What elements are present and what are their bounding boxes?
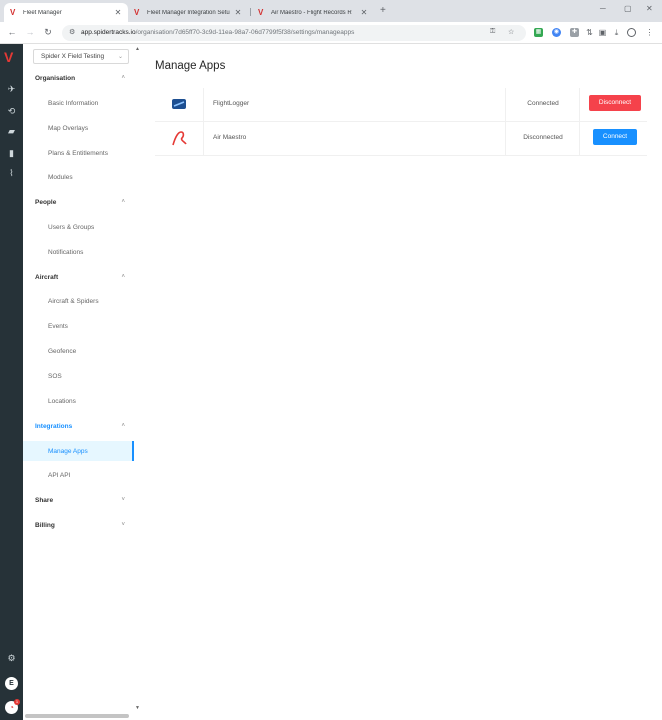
notification-count-badge: 1	[14, 699, 20, 705]
chevron-up-icon: ˄	[121, 75, 125, 81]
close-tab-icon[interactable]: ✕	[114, 8, 122, 17]
page-title: Manage Apps	[155, 60, 226, 72]
scroll-down-icon[interactable]: ▼	[135, 705, 140, 711]
app-status: Connected	[527, 100, 559, 107]
tab-title: Fleet Manager Integration Setu	[147, 9, 230, 16]
sidebar-item-plans-entitlements[interactable]: Plans & Entitlements	[48, 150, 108, 157]
close-window-icon[interactable]: ✕	[646, 4, 653, 13]
sidebar-item-modules[interactable]: Modules	[48, 174, 73, 181]
history-icon[interactable]: ⟲	[0, 106, 23, 117]
section-integrations[interactable]: Integrations ˄	[35, 423, 133, 430]
sync-icon[interactable]: ⇅	[585, 28, 594, 37]
app-icon-rail: V ✈ ⟲ ▰ ▮ ⌇ ⚙ E ◔ 1	[0, 44, 23, 720]
air-maestro-logo-icon	[172, 131, 187, 146]
chevron-up-icon: ˄	[121, 199, 125, 205]
browser-tab-fleet-manager[interactable]: V Fleet Manager ✕	[4, 3, 128, 22]
sidebar-item-notifications[interactable]: Notifications	[48, 249, 83, 256]
user-avatar[interactable]: E	[5, 677, 18, 690]
sidebar-item-aircraft-spiders[interactable]: Aircraft & Spiders	[48, 298, 99, 305]
side-panel-icon[interactable]: ▣	[598, 28, 607, 37]
download-icon[interactable]: ⤓	[612, 28, 621, 37]
browser-tab-integration-setup[interactable]: V Fleet Manager Integration Setu ✕	[128, 3, 248, 22]
sidebar-item-manage-apps[interactable]: Manage Apps	[48, 448, 88, 455]
flightlogger-logo-icon	[172, 99, 186, 109]
sidebar-item-basic-information[interactable]: Basic Information	[48, 100, 98, 107]
section-share[interactable]: Share ˅	[35, 497, 133, 504]
spidertracks-favicon-icon: V	[134, 7, 140, 17]
settings-sidebar: Spider X Field Testing ⌄ Organisation ˄ B…	[23, 44, 135, 720]
tab-title: Fleet Manager	[23, 9, 62, 16]
sidebar-item-events[interactable]: Events	[48, 323, 68, 330]
browser-tab-air-maestro[interactable]: V Air Maestro - Flight Records R ✕	[252, 3, 374, 22]
sidebar-item-api[interactable]: API API	[48, 472, 70, 479]
app-row-air-maestro: Air Maestro Disconnected Connect	[155, 122, 647, 156]
close-tab-icon[interactable]: ✕	[360, 8, 368, 17]
connect-button[interactable]: Connect	[593, 129, 637, 145]
extension-sheets-icon[interactable]: ▦	[534, 28, 543, 37]
chevron-up-icon: ˄	[121, 274, 125, 280]
section-aircraft[interactable]: Aircraft ˄	[35, 274, 133, 281]
column-divider	[579, 88, 580, 122]
spidertracks-favicon-icon: V	[10, 7, 16, 17]
app-status: Disconnected	[523, 134, 563, 141]
organisation-select-value: Spider X Field Testing	[41, 53, 105, 60]
app-name: FlightLogger	[213, 100, 250, 107]
sidebar-item-sos[interactable]: SOS	[48, 373, 62, 380]
airplane-icon[interactable]: ✈	[0, 84, 23, 95]
settings-gear-icon[interactable]: ⚙	[0, 653, 23, 664]
column-divider	[505, 88, 506, 122]
column-divider	[505, 122, 506, 156]
disconnect-button[interactable]: Disconnect	[589, 95, 641, 111]
air-maestro-favicon-icon: V	[258, 7, 264, 17]
organisation-select[interactable]: Spider X Field Testing ⌄	[33, 49, 129, 64]
column-divider	[203, 88, 204, 122]
app-row-flightlogger: FlightLogger Connected Disconnect	[155, 88, 647, 122]
tab-title: Air Maestro - Flight Records R	[271, 9, 352, 16]
line-chart-icon[interactable]: ⌇	[0, 168, 23, 179]
more-menu-icon[interactable]: ⋮	[645, 28, 654, 37]
chevron-down-icon: ˅	[121, 522, 125, 528]
notifications-icon[interactable]: ◔ 1	[5, 699, 20, 714]
close-tab-icon[interactable]: ✕	[234, 8, 242, 17]
chevron-down-icon: ˅	[121, 497, 125, 503]
url-text: app.spidertracks.io/organisation/7d65ff7…	[81, 29, 355, 36]
messages-icon[interactable]: ▰	[0, 126, 23, 137]
back-icon[interactable]: ←	[6, 27, 18, 37]
address-bar[interactable]: ⚙ app.spidertracks.io/organisation/7d65f…	[62, 25, 526, 41]
app-name: Air Maestro	[213, 134, 247, 141]
sidebar-item-geofence[interactable]: Geofence	[48, 348, 76, 355]
password-key-icon[interactable]: ⚿	[490, 28, 495, 36]
maximize-icon[interactable]: ▢	[624, 4, 632, 13]
section-organisation[interactable]: Organisation ˄	[35, 75, 133, 82]
bookmark-star-icon[interactable]: ☆	[508, 28, 514, 36]
spidertracks-logo[interactable]: V	[4, 49, 13, 65]
horizontal-scrollbar[interactable]	[25, 714, 129, 718]
column-divider	[203, 122, 204, 156]
chevron-up-icon: ˄	[121, 423, 125, 429]
chevron-down-icon: ⌄	[117, 54, 123, 60]
sidebar-scrollbar[interactable]: ▲ ▼	[134, 44, 142, 720]
sidebar-item-locations[interactable]: Locations	[48, 398, 76, 405]
browser-tab-strip: V Fleet Manager ✕ V Fleet Manager Integr…	[0, 0, 662, 22]
site-info-icon[interactable]: ⚙	[69, 28, 75, 36]
browser-toolbar: ← → ↻ ⚙ app.spidertracks.io/organisation…	[0, 22, 662, 44]
main-content: Manage Apps FlightLogger Connected Disco…	[142, 44, 662, 720]
extensions-puzzle-icon[interactable]: ✚	[570, 28, 579, 37]
profile-icon[interactable]	[627, 28, 636, 37]
column-divider	[579, 122, 580, 156]
scroll-up-icon[interactable]: ▲	[135, 46, 140, 52]
section-people[interactable]: People ˄	[35, 199, 133, 206]
bar-chart-icon[interactable]: ▮	[0, 148, 23, 159]
forward-icon[interactable]: →	[24, 27, 36, 37]
section-billing[interactable]: Billing ˅	[35, 522, 133, 529]
sidebar-item-users-groups[interactable]: Users & Groups	[48, 224, 94, 231]
tab-divider	[250, 8, 251, 16]
extension-globe-icon[interactable]: ◉	[552, 28, 561, 37]
new-tab-icon[interactable]: +	[380, 5, 386, 16]
sidebar-item-map-overlays[interactable]: Map Overlays	[48, 125, 88, 132]
minimize-icon[interactable]: ─	[600, 4, 606, 13]
reload-icon[interactable]: ↻	[42, 27, 54, 38]
